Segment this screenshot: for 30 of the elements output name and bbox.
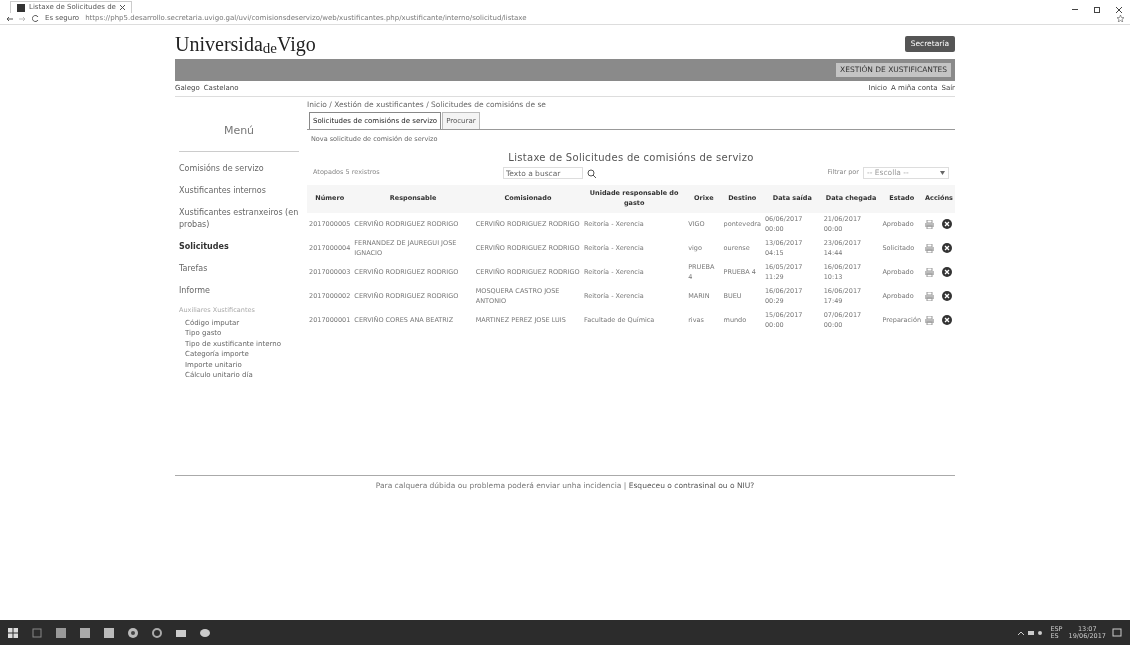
- browser-icon[interactable]: [128, 627, 138, 638]
- edge-icon[interactable]: [152, 627, 162, 638]
- logo[interactable]: Universida$_{de}$Vigo: [175, 29, 316, 59]
- list-title: Listaxe de Solicitudes de comisións de servizo: [507, 151, 755, 165]
- back-icon[interactable]: [6, 15, 13, 22]
- sidebar-item[interactable]: Tarefas: [179, 260, 299, 282]
- tray-icons[interactable]: [1018, 629, 1045, 636]
- search-icon[interactable]: [587, 168, 596, 178]
- task-view-icon[interactable]: [32, 627, 42, 638]
- reload-icon[interactable]: [32, 15, 39, 22]
- caret-icon: [940, 171, 945, 175]
- delete-icon[interactable]: [942, 291, 952, 302]
- sidebar-item[interactable]: Xustificantes estranxeiros (en probas): [179, 204, 299, 238]
- close-icon[interactable]: [1116, 7, 1122, 13]
- sidebar-item[interactable]: Solicitudes: [179, 238, 299, 260]
- folder-icon[interactable]: [176, 627, 186, 638]
- delete-icon[interactable]: [942, 219, 952, 230]
- maximize-icon[interactable]: [1094, 7, 1100, 13]
- sidebar-item[interactable]: Informe: [179, 282, 299, 304]
- sidebar-item[interactable]: Comisións de servizo: [179, 160, 299, 182]
- delete-icon[interactable]: [942, 315, 952, 326]
- delete-icon[interactable]: [942, 267, 952, 278]
- windows-icon[interactable]: [8, 627, 18, 638]
- page-icon: [17, 3, 25, 12]
- minimize-icon[interactable]: [1072, 9, 1078, 11]
- star-icon[interactable]: [1117, 15, 1124, 22]
- sidebar-item[interactable]: Xustificantes internos: [179, 182, 299, 204]
- menu-title: Menú: [179, 106, 299, 152]
- close-icon[interactable]: [119, 5, 125, 10]
- delete-icon[interactable]: [942, 243, 952, 254]
